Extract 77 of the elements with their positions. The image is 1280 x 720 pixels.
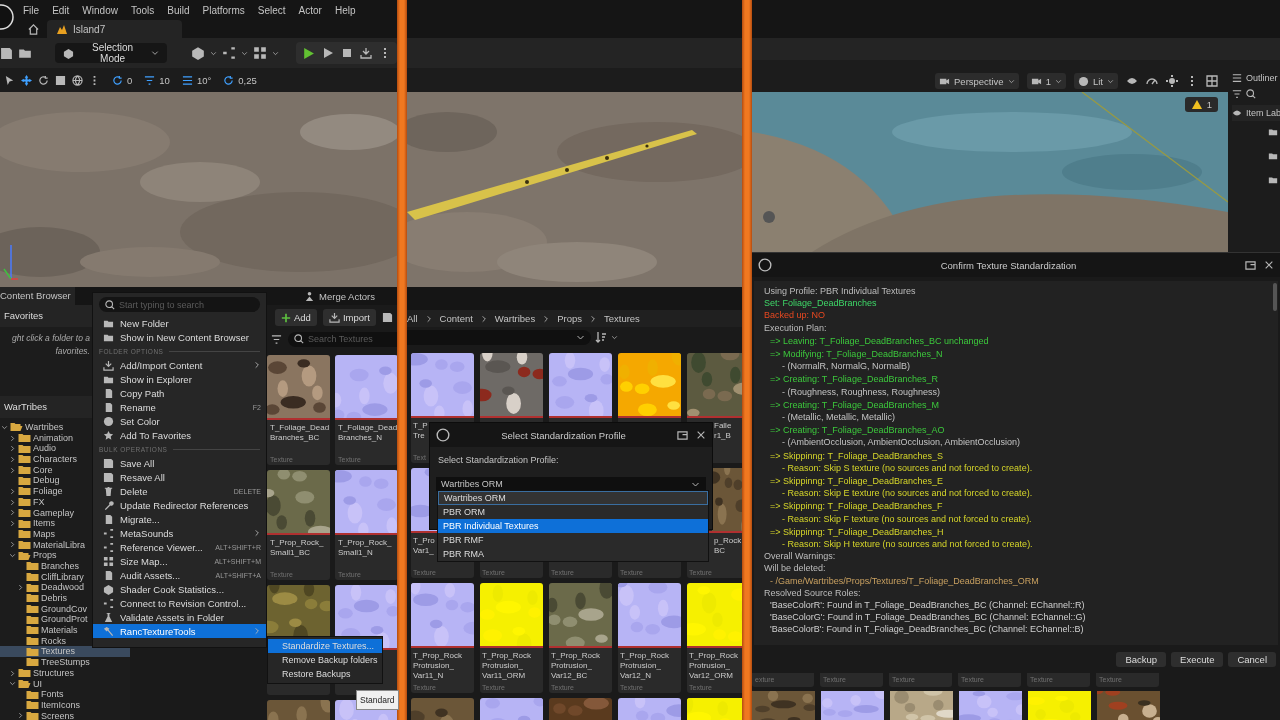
asset-name: T_Prop_Rock Protrusion_ Var11_ORM [482, 651, 531, 681]
asset-name: T_Prop_Rock Protrusion_ Var12_ORM [689, 651, 738, 681]
asset-name: p_Rock BC [714, 536, 742, 556]
folder-name: Debug [33, 475, 60, 487]
tooltip: Standard [356, 690, 399, 710]
log-line: => Creating: T_Foliage_DeadBranches_R [769, 373, 939, 386]
log-line: => Skippinng: T_Foliage_DeadBranches_F [769, 500, 944, 513]
log-line: => Creating: T_Foliage_DeadBranches_M [769, 398, 940, 412]
asset-name: T_Prop_Rock Protrusion_ Var11_N [413, 651, 462, 681]
folder-name: Items [33, 518, 55, 529]
log-line: 'BaseColorG': Found in T_Foliage_DeadBranches_BC (Channel: EChannel::G) [769, 611, 1087, 624]
log-line: Backed up: NO [764, 309, 827, 322]
log-line: => Modifying: T_Foliage_DeadBranches_N [769, 348, 944, 361]
folder-name: Screens [41, 710, 75, 720]
folder-name: Gameplay [33, 507, 75, 519]
asset-name: T_P Tre [413, 421, 428, 441]
log-line: - (Roughness, Roughness, Roughness) [781, 385, 942, 398]
folder-name: Textures [41, 646, 75, 658]
warning-count: 1 [1206, 99, 1212, 110]
column-header: Item Lab [1246, 108, 1280, 118]
folder-name: UI [33, 678, 42, 690]
asset-name: T_Prop_Rock Protrusion_ Var12_BC [551, 651, 600, 681]
asset-name: Falle r1_B [714, 421, 732, 441]
folder-name: Debris [41, 593, 67, 604]
log-line: - (Metallic, Metallic, Metallic) [781, 411, 896, 424]
log-line: Will be deleted: [764, 562, 827, 575]
folder-name: FX [33, 496, 45, 508]
panel-title: Outliner [1246, 73, 1278, 83]
log-line: => Skippinng: T_Foliage_DeadBranches_E [769, 475, 944, 488]
log-line: 'BaseColorR': Found in T_Foliage_DeadBranches_BC (Channel: EChannel::R) [769, 599, 1086, 612]
folder-name: Core [33, 464, 53, 476]
log-line: Overall Warnings: [764, 550, 837, 563]
folder-name: ItemIcons [41, 699, 80, 711]
dialog-title: Confirm Texture Standardization [939, 259, 1078, 271]
log-line: Using Profile: PBR Individual Textures [764, 285, 917, 298]
log-line: - (AmbientOcclusion, AmbientOcclusion, AmbientOcclusion) [781, 436, 1022, 449]
asset-name: T_Prop_Rock_ Small1_BC [270, 538, 324, 558]
folder-name: Animation [33, 432, 74, 444]
folder-name: Rocks [41, 635, 66, 647]
log-line: - Reason: Skip S texture (no sources and not forced to create). [781, 461, 1034, 475]
folder-name: Foliage [33, 486, 63, 497]
log-line: - (NormalR, NormalG, NormalB) [781, 360, 911, 373]
folder-name: MaterialLibra [33, 539, 86, 551]
log-line: Resolved Source Roles: [764, 586, 862, 600]
folder-name: Fonts [41, 689, 64, 700]
folder-name: Deadwood [41, 582, 85, 593]
folder-name: Branches [41, 560, 80, 572]
log-line: => Leaving: T_Foliage_DeadBranches_BC unchanged [769, 334, 990, 347]
log-line: Execution Plan: [764, 321, 828, 334]
favorites-hint: ght click a folder to a favorites. [11, 332, 90, 358]
log-line: 'BaseColorB': Found in T_Foliage_DeadBranches_BC (Channel: EChannel::B) [769, 623, 1085, 636]
folder-name: Materials [41, 625, 78, 636]
log-line: => Skippinng: T_Foliage_DeadBranches_H [769, 525, 945, 539]
log-line: => Creating: T_Foliage_DeadBranches_AO [769, 424, 946, 437]
asset-name: T_Prop_Rock_ Small1_N [338, 538, 392, 558]
folder-name: Wartribes [25, 422, 64, 433]
asset-name: T_Foliage_Dead Branches_BC [270, 423, 330, 443]
asset-name: T_Foliage_Dead Branches_N [338, 423, 397, 443]
folder-name: Characters [33, 454, 77, 465]
folder-name: Structures [33, 667, 74, 679]
folder-name: GroundCov [41, 603, 88, 615]
folder-name: CliffLibrary [41, 571, 84, 583]
log-line: - /Game/Wartribes/Props/Textures/T_Foliage_DeadBranches_ORM [769, 574, 1040, 587]
log-line: - Reason: Skip F texture (no sources and not forced to create). [781, 512, 1033, 525]
folder-name: GroundProt [41, 614, 88, 626]
asset-name: T_Prop_Rock Protrusion_ Var12_N [620, 651, 669, 681]
folder-name: TreeStumps [41, 657, 90, 668]
log-line: - Reason: Skip H texture (no sources and not forced to create). [781, 538, 1034, 551]
asset-name: T_Pro Var1_ [413, 536, 435, 556]
log-line: => Skippinng: T_Foliage_DeadBranches_S [769, 449, 944, 462]
log-line: Set: Foliage_DeadBranches [764, 297, 878, 310]
folder-name: Props [33, 550, 57, 561]
dialog-title: Select Standardization Profile [500, 429, 627, 441]
folder-name: Maps [33, 528, 55, 540]
folder-name: Audio [33, 443, 57, 455]
log-line: - Reason: Skip E texture (no sources and not forced to create). [781, 487, 1034, 500]
tab-label: Island7 [73, 23, 106, 35]
